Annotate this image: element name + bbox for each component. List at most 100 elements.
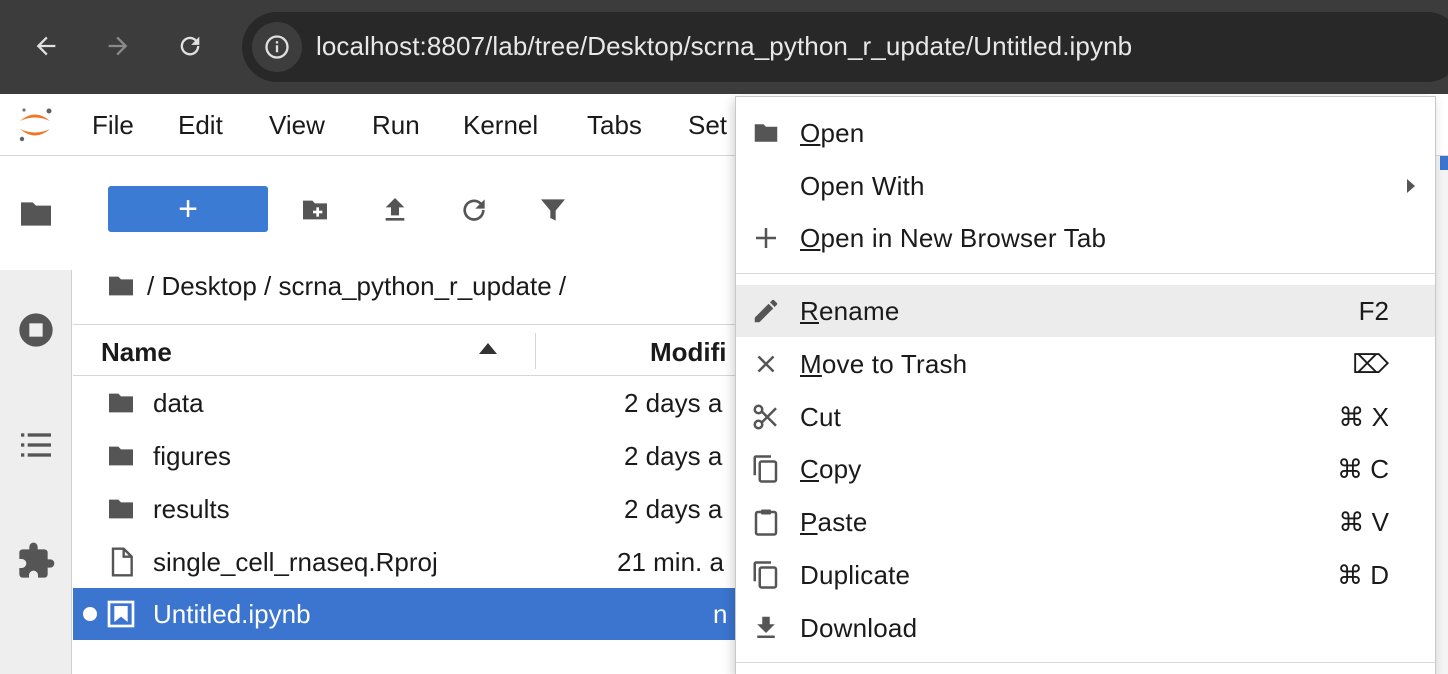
puzzle-icon — [19, 542, 55, 578]
plus-icon — [750, 222, 782, 254]
scissors-icon — [750, 401, 782, 433]
menu-kernel[interactable]: Kernel — [463, 110, 538, 141]
menu-shortcut: ⌘ C — [1337, 454, 1389, 484]
menu-label: Cut — [800, 402, 842, 432]
column-name-header[interactable]: Name — [101, 337, 172, 368]
forward-button[interactable] — [92, 20, 144, 72]
menu-shortcut: ⌘ D — [1337, 560, 1389, 590]
filter-button[interactable] — [533, 190, 573, 230]
stop-circle-icon — [19, 313, 53, 347]
pencil-icon — [750, 295, 782, 327]
file-row-figures[interactable]: figures 2 days a — [73, 430, 735, 482]
file-row-rproj[interactable]: single_cell_rnaseq.Rproj 21 min. a — [73, 536, 735, 588]
sort-ascending-icon[interactable] — [479, 343, 497, 354]
menu-label: Open With — [800, 171, 925, 201]
menu-shortcut: F2 — [1358, 296, 1389, 326]
reload-icon — [180, 36, 200, 56]
back-button[interactable] — [20, 20, 72, 72]
file-browser-panel: + / Desktop / scrna_python_r_update / Na… — [73, 156, 735, 674]
breadcrumb: / Desktop / scrna_python_r_update / — [105, 268, 566, 304]
file-row-untitled-notebook[interactable]: Untitled.ipynb n — [73, 588, 735, 640]
address-bar[interactable]: localhost:8807/lab/tree/Desktop/scrna_py… — [242, 12, 1448, 82]
menu-separator — [736, 662, 1435, 663]
file-modified: 2 days a — [624, 388, 723, 418]
close-icon — [750, 348, 782, 380]
menu-settings[interactable]: Set — [688, 110, 727, 141]
file-browser-tab[interactable] — [14, 192, 58, 236]
menu-tabs[interactable]: Tabs — [587, 110, 642, 141]
menu-label: Copy — [800, 454, 862, 484]
file-name: results — [153, 494, 230, 524]
file-name: figures — [153, 441, 232, 471]
table-of-contents-tab[interactable] — [14, 423, 58, 467]
new-folder-icon — [303, 200, 327, 220]
menu-run[interactable]: Run — [372, 110, 420, 141]
activity-bar — [0, 156, 72, 674]
menu-shortcut: ⌘ X — [1338, 402, 1389, 432]
tab-edge-indicator — [1440, 156, 1448, 170]
column-divider[interactable] — [535, 333, 536, 369]
notebook-icon — [107, 600, 135, 628]
menu-label: Move to Trash — [800, 349, 968, 379]
menu-label: Rename — [800, 296, 900, 326]
menu-shortcut: ⌦ — [1352, 349, 1389, 379]
menu-edit[interactable]: Edit — [178, 110, 223, 141]
arrow-left-icon — [36, 36, 56, 56]
file-name: Untitled.ipynb — [153, 599, 311, 629]
refresh-icon — [463, 199, 485, 221]
menu-item-paste[interactable]: Paste ⌘ V — [736, 496, 1435, 548]
file-row-data[interactable]: data 2 days a — [73, 377, 735, 429]
folder-icon[interactable] — [105, 270, 137, 302]
menu-label: Open — [800, 118, 865, 148]
clipboard-icon — [750, 506, 782, 538]
file-icon — [111, 547, 133, 577]
folder-icon — [109, 446, 133, 466]
running-indicator-icon — [83, 607, 97, 621]
copy-icon — [750, 453, 782, 485]
browser-toolbar: localhost:8807/lab/tree/Desktop/scrna_py… — [0, 0, 1448, 94]
list-icon — [21, 433, 51, 457]
menu-item-download[interactable]: Download — [736, 602, 1435, 654]
url-text[interactable]: localhost:8807/lab/tree/Desktop/scrna_py… — [316, 31, 1132, 62]
filter-icon — [541, 199, 565, 221]
jupyter-logo-icon — [19, 108, 52, 142]
folder-icon — [109, 499, 133, 519]
menu-item-move-to-trash[interactable]: Move to Trash ⌦ — [736, 338, 1435, 390]
new-folder-button[interactable] — [295, 190, 335, 230]
submenu-arrow-icon — [1407, 179, 1415, 193]
download-icon — [750, 612, 782, 644]
menu-file[interactable]: File — [92, 110, 134, 141]
menu-label: Paste — [800, 507, 868, 537]
refresh-button[interactable] — [454, 190, 494, 230]
folder-icon — [750, 117, 782, 149]
reload-button[interactable] — [164, 20, 216, 72]
menu-shortcut: ⌘ V — [1338, 507, 1389, 537]
extension-manager-tab[interactable] — [14, 539, 58, 583]
menu-item-open[interactable]: Open — [736, 107, 1435, 159]
menu-label: Open in New Browser Tab — [800, 223, 1107, 253]
menu-item-duplicate[interactable]: Duplicate ⌘ D — [736, 549, 1435, 601]
breadcrumb-path[interactable]: / Desktop / scrna_python_r_update / — [147, 271, 566, 302]
column-modified-header[interactable]: Modifi — [650, 337, 727, 368]
new-launcher-button[interactable]: + — [108, 186, 268, 232]
menu-item-open-new-tab[interactable]: Open in New Browser Tab — [736, 212, 1435, 264]
upload-icon — [385, 198, 405, 221]
duplicate-icon — [750, 559, 782, 591]
arrow-right-icon — [108, 36, 128, 56]
main-area-edge — [1436, 156, 1448, 674]
upload-button[interactable] — [375, 190, 415, 230]
menu-view[interactable]: View — [269, 110, 325, 141]
folder-icon — [21, 202, 51, 226]
menu-item-open-with[interactable]: Open With — [736, 160, 1435, 212]
file-name: single_cell_rnaseq.Rproj — [153, 547, 438, 577]
menu-separator — [736, 273, 1435, 274]
site-info-button[interactable] — [252, 22, 302, 72]
menu-label: Download — [800, 613, 918, 643]
file-context-menu: Open Open With Open in New Browser Tab R… — [735, 96, 1436, 674]
menu-item-copy[interactable]: Copy ⌘ C — [736, 443, 1435, 495]
menu-item-cut[interactable]: Cut ⌘ X — [736, 391, 1435, 443]
file-modified: 2 days a — [624, 441, 723, 471]
file-row-results[interactable]: results 2 days a — [73, 483, 735, 535]
menu-item-rename[interactable]: Rename F2 — [736, 285, 1435, 337]
running-sessions-tab[interactable] — [14, 308, 58, 352]
